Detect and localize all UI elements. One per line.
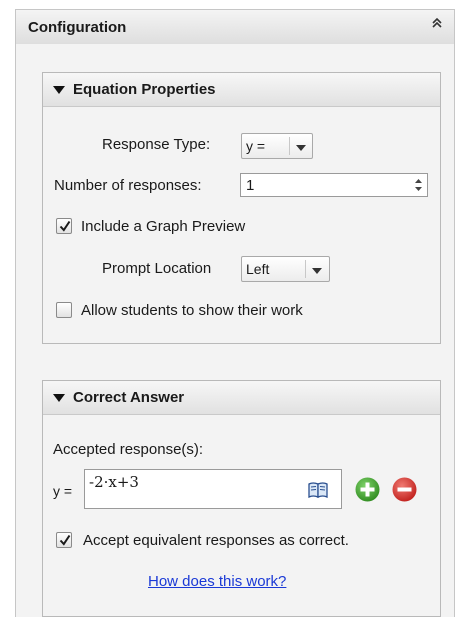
response-expression: -2·x+3 <box>89 473 139 491</box>
number-of-responses-field[interactable]: 1 <box>240 173 428 197</box>
how-does-this-work-link[interactable]: How does this work? <box>148 573 286 590</box>
number-of-responses-value: 1 <box>246 177 255 194</box>
panel-title: Configuration <box>28 19 127 36</box>
double-chevron-up-icon[interactable] <box>430 16 444 32</box>
remove-response-button[interactable] <box>392 477 417 502</box>
expand-triangle-icon[interactable] <box>53 86 65 94</box>
prompt-location-dropdown[interactable]: Left <box>241 256 330 282</box>
spinner-arrows-icon[interactable] <box>413 176 424 194</box>
math-template-book-icon[interactable] <box>307 481 329 499</box>
checkmark-icon <box>59 220 71 232</box>
configuration-header: Configuration <box>15 9 455 45</box>
chevron-down-icon <box>296 145 306 151</box>
response-type-label: Response Type: <box>102 136 211 153</box>
prompt-location-label: Prompt Location <box>102 260 212 277</box>
expand-triangle-icon[interactable] <box>53 394 65 402</box>
graph-preview-label: Include a Graph Preview <box>81 218 246 235</box>
section-title: Equation Properties <box>73 81 216 98</box>
prompt-location-value: Left <box>246 261 270 277</box>
graph-preview-checkbox[interactable] <box>56 218 72 234</box>
correct-answer-header[interactable]: Correct Answer <box>43 381 440 415</box>
accepted-responses-label: Accepted response(s): <box>53 441 204 458</box>
show-work-checkbox[interactable] <box>56 302 72 318</box>
response-type-dropdown[interactable]: y = <box>241 133 313 159</box>
remove-red-circle-icon <box>392 477 417 502</box>
add-response-button[interactable] <box>355 477 380 502</box>
equation-properties-header[interactable]: Equation Properties <box>43 73 440 107</box>
chevron-down-icon <box>312 268 322 274</box>
show-work-label: Allow students to show their work <box>81 302 303 319</box>
add-green-circle-icon <box>355 477 380 502</box>
number-of-responses-label: Number of responses: <box>54 177 202 194</box>
section-title: Correct Answer <box>73 389 185 406</box>
checkmark-icon <box>59 534 71 546</box>
accept-equivalent-label: Accept equivalent responses as correct. <box>83 532 349 549</box>
accept-equivalent-checkbox[interactable] <box>56 532 72 548</box>
accepted-response-field[interactable]: -2·x+3 <box>84 469 342 509</box>
y-equals-prefix: y = <box>53 483 73 499</box>
response-type-value: y = <box>246 138 266 154</box>
